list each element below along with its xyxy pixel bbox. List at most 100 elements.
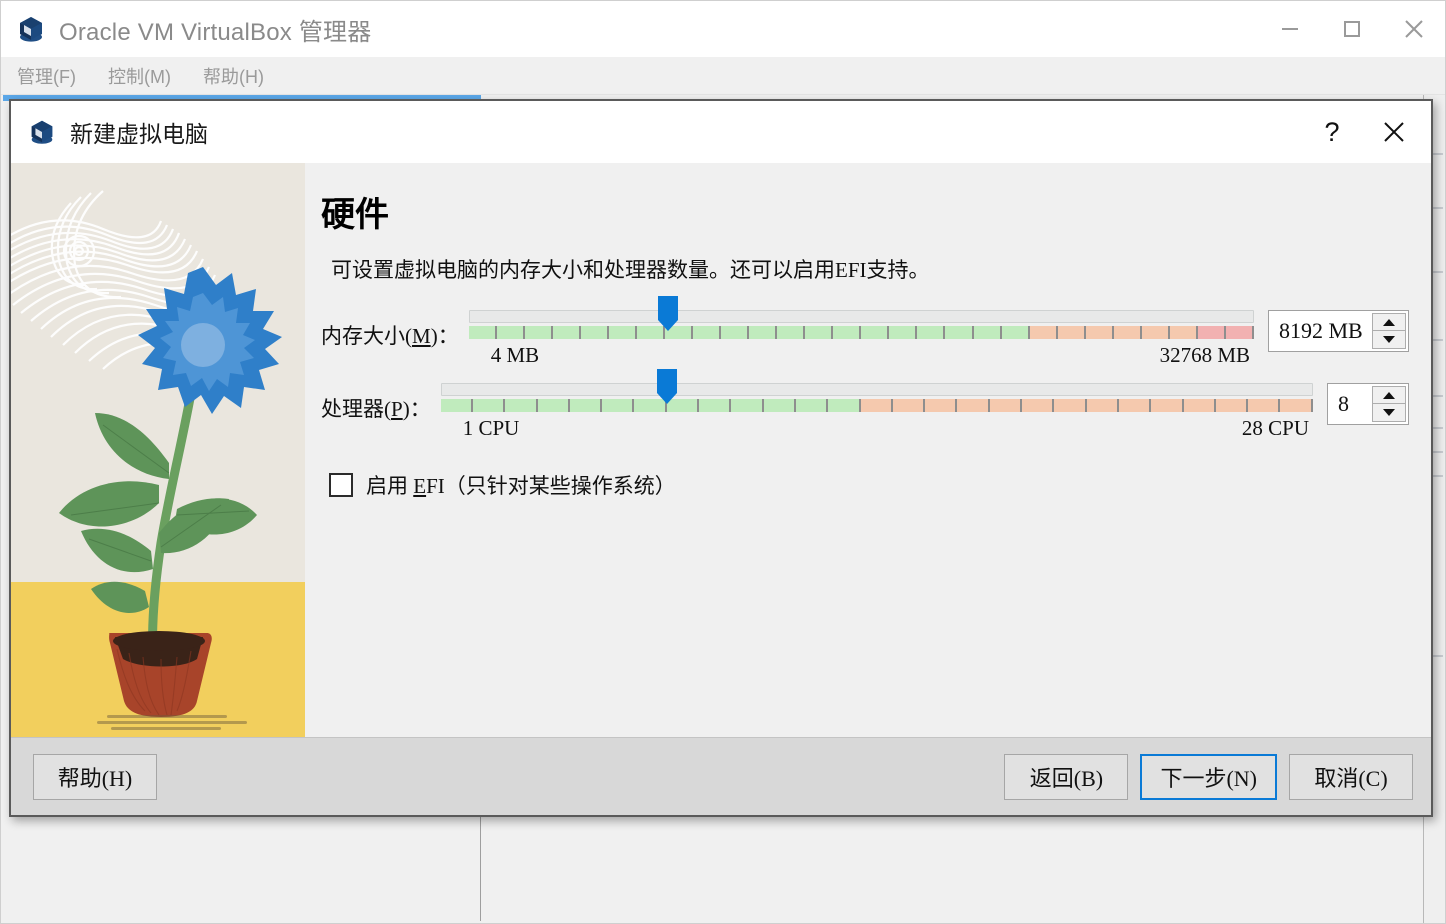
slider-tick bbox=[699, 399, 732, 412]
slider-tick bbox=[777, 326, 806, 339]
slider-tick bbox=[1225, 326, 1254, 339]
help-button[interactable]: 帮助(H) bbox=[33, 753, 157, 800]
help-icon[interactable]: ? bbox=[1301, 106, 1363, 158]
close-icon[interactable] bbox=[1363, 106, 1425, 158]
virtualbox-logo-icon bbox=[27, 117, 57, 147]
slider-tick bbox=[1197, 326, 1227, 339]
processors-value[interactable]: 8 bbox=[1328, 384, 1372, 424]
flower-illustration-icon bbox=[11, 190, 282, 730]
slider-tick bbox=[1151, 399, 1184, 412]
processors-slider-groove[interactable] bbox=[440, 383, 1313, 396]
processors-spinner[interactable]: 8 bbox=[1327, 383, 1409, 425]
slider-tick bbox=[1085, 326, 1114, 339]
memory-spinner-up-icon[interactable] bbox=[1372, 313, 1406, 331]
host-window-title: Oracle VM VirtualBox 管理器 bbox=[59, 18, 372, 46]
slider-tick bbox=[731, 399, 764, 412]
virtualbox-logo-icon bbox=[15, 13, 47, 45]
close-icon[interactable] bbox=[1383, 1, 1445, 57]
slider-tick bbox=[1280, 399, 1313, 412]
slider-tick bbox=[1248, 399, 1281, 412]
memory-slider-ticks[interactable] bbox=[468, 326, 1254, 339]
menu-item-help[interactable]: 帮助(H) bbox=[187, 63, 280, 89]
host-window: Oracle VM VirtualBox 管理器 管理(F) 控制(M) 帮助(… bbox=[0, 0, 1446, 924]
slider-tick bbox=[889, 326, 918, 339]
processors-spinner-up-icon[interactable] bbox=[1372, 386, 1406, 404]
slider-tick bbox=[892, 399, 926, 412]
slider-tick bbox=[569, 399, 603, 412]
host-titlebar: Oracle VM VirtualBox 管理器 bbox=[1, 1, 1445, 57]
slider-tick bbox=[1054, 399, 1087, 412]
processors-spinner-buttons bbox=[1372, 386, 1406, 422]
host-menubar: 管理(F) 控制(M) 帮助(H) bbox=[1, 57, 1445, 95]
maximize-icon[interactable] bbox=[1321, 1, 1383, 57]
slider-tick bbox=[1057, 326, 1086, 339]
slider-tick bbox=[1113, 326, 1142, 339]
dialog-titlebar-buttons: ? bbox=[1301, 101, 1425, 163]
memory-size-spinner[interactable]: 8192 MB bbox=[1268, 310, 1409, 352]
slider-tick bbox=[602, 399, 635, 412]
slider-tick bbox=[440, 399, 474, 412]
wizard-illustration bbox=[11, 163, 305, 737]
window-controls bbox=[1259, 1, 1445, 57]
slider-tick bbox=[861, 326, 890, 339]
page-description: 可设置虚拟电脑的内存大小和处理器数量。还可以启用EFI支持。 bbox=[331, 258, 930, 282]
memory-slider-handle[interactable] bbox=[656, 296, 680, 332]
slider-tick bbox=[795, 399, 829, 412]
memory-max-label: 32768 MB bbox=[1159, 343, 1250, 367]
menu-item-control[interactable]: 控制(M) bbox=[92, 63, 187, 89]
next-button[interactable]: 下一步(N) bbox=[1140, 753, 1277, 800]
processors-slider-wrap: 1 CPU 28 CPU bbox=[440, 369, 1313, 448]
processors-max-label: 28 CPU bbox=[1241, 416, 1309, 440]
menu-item-help-label: 帮助(H) bbox=[202, 66, 264, 87]
slider-tick bbox=[537, 399, 571, 412]
page-title: 硬件 bbox=[321, 197, 389, 234]
slider-tick bbox=[1215, 399, 1249, 412]
memory-size-label: 内存大小(M)： bbox=[321, 324, 459, 348]
slider-tick bbox=[472, 399, 506, 412]
slider-tick bbox=[552, 326, 581, 339]
slider-tick bbox=[1029, 326, 1058, 339]
back-button[interactable]: 返回(B) bbox=[1004, 753, 1129, 800]
memory-slider-groove[interactable] bbox=[468, 310, 1254, 323]
processors-spinner-down-icon[interactable] bbox=[1372, 404, 1406, 422]
memory-spinner-down-icon[interactable] bbox=[1372, 331, 1406, 349]
enable-efi-row[interactable]: 启用 EFI（只针对某些操作系统） bbox=[329, 470, 1409, 500]
slider-tick bbox=[989, 399, 1023, 412]
enable-efi-label: 启用 EFI（只针对某些操作系统） bbox=[366, 474, 676, 498]
slider-tick bbox=[468, 326, 497, 339]
slider-tick bbox=[860, 399, 894, 412]
processors-label: 处理器(P)： bbox=[321, 397, 431, 421]
slider-tick bbox=[833, 326, 862, 339]
processors-slider-ticks[interactable] bbox=[440, 399, 1313, 412]
slider-tick bbox=[505, 399, 538, 412]
slider-tick bbox=[1086, 399, 1120, 412]
memory-min-label: 4 MB bbox=[490, 343, 540, 367]
slider-tick bbox=[805, 326, 834, 339]
slider-tick bbox=[721, 326, 750, 339]
slider-tick bbox=[973, 326, 1002, 339]
menu-item-manage-label: 管理(F) bbox=[17, 66, 76, 87]
dialog-footer: 帮助(H) 返回(B) 下一步(N) 取消(C) bbox=[11, 737, 1431, 815]
slider-tick bbox=[524, 326, 553, 339]
slider-tick bbox=[608, 326, 638, 339]
slider-tick bbox=[1001, 326, 1030, 339]
dialog-titlebar: 新建虚拟电脑 ? bbox=[11, 101, 1431, 163]
slider-tick bbox=[945, 326, 974, 339]
slider-tick bbox=[1169, 326, 1198, 339]
slider-tick bbox=[749, 326, 778, 339]
memory-spinner-buttons bbox=[1372, 313, 1406, 349]
slider-tick bbox=[496, 326, 525, 339]
memory-slider-wrap: 4 MB 32768 MB bbox=[468, 296, 1254, 375]
slider-tick bbox=[917, 326, 946, 339]
processors-min-label: 1 CPU bbox=[462, 416, 520, 440]
enable-efi-checkbox[interactable] bbox=[329, 473, 353, 497]
dialog-title: 新建虚拟电脑 bbox=[70, 121, 208, 147]
memory-size-value[interactable]: 8192 MB bbox=[1269, 311, 1372, 351]
cancel-button[interactable]: 取消(C) bbox=[1289, 753, 1413, 800]
processors-slider-handle[interactable] bbox=[655, 369, 679, 405]
slider-tick bbox=[1141, 326, 1170, 339]
slider-tick bbox=[693, 326, 722, 339]
processors-row: 处理器(P)： 1 CPU 28 CPU 8 bbox=[321, 369, 1409, 448]
minimize-icon[interactable] bbox=[1259, 1, 1321, 57]
menu-item-manage[interactable]: 管理(F) bbox=[1, 63, 92, 89]
